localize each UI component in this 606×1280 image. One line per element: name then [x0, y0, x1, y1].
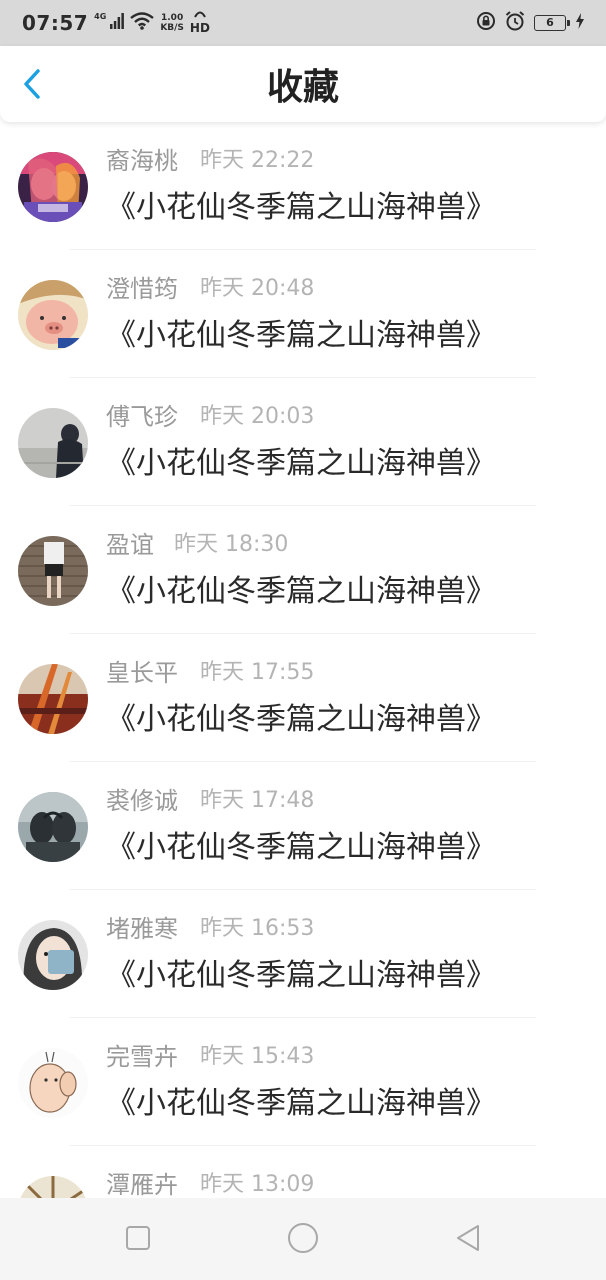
network-type: 4G: [94, 12, 107, 21]
app-header: 收藏: [0, 46, 606, 122]
system-back-button[interactable]: [446, 1218, 490, 1262]
network-speed: 1.00 KB/S: [160, 13, 184, 33]
speed-value: 1.00: [161, 13, 184, 23]
list-item[interactable]: 傅飞珍 昨天 20:03 《小花仙冬季篇之山海神兽》: [0, 378, 606, 506]
item-time: 昨天 13:09: [200, 1172, 315, 1197]
item-title: 《小花仙冬季篇之山海神兽》: [106, 830, 496, 865]
item-time: 昨天 18:30: [174, 532, 289, 557]
item-time: 昨天 20:48: [200, 276, 315, 301]
item-time: 昨天 15:43: [200, 1044, 315, 1069]
favorites-screen: 07:57 4G 1.00 KB/S HD 6 收藏 裔海桃 昨天 22:22 …: [0, 0, 606, 1280]
item-time: 昨天 16:53: [200, 916, 315, 941]
signal-icon: [110, 13, 125, 33]
item-title: 《小花仙冬季篇之山海神兽》: [106, 958, 496, 993]
home-icon: [286, 1221, 320, 1259]
list-item[interactable]: 澄惜筠 昨天 20:48 《小花仙冬季篇之山海神兽》: [0, 250, 606, 378]
avatar[interactable]: [18, 408, 88, 478]
speed-unit: KB/S: [160, 23, 184, 33]
avatar[interactable]: [18, 152, 88, 222]
item-user-name: 潭雁卉: [106, 1171, 178, 1198]
battery-indicator: 6: [534, 15, 570, 31]
list-item[interactable]: 盈谊 昨天 18:30 《小花仙冬季篇之山海神兽》: [0, 506, 606, 634]
rotation-lock-icon: [476, 11, 496, 35]
item-user-name: 完雪卉: [106, 1043, 178, 1071]
alarm-icon: [504, 10, 526, 36]
list-item[interactable]: 皇长平 昨天 17:55 《小花仙冬季篇之山海神兽》: [0, 634, 606, 762]
status-time: 07:57: [22, 11, 89, 35]
wifi-icon: [130, 12, 155, 34]
item-user-name: 盈谊: [106, 531, 154, 559]
list-item[interactable]: 堵雅寒 昨天 16:53 《小花仙冬季篇之山海神兽》: [0, 890, 606, 1018]
avatar[interactable]: [18, 280, 88, 350]
item-title: 《小花仙冬季篇之山海神兽》: [106, 1086, 496, 1121]
item-title: 《小花仙冬季篇之山海神兽》: [106, 446, 496, 481]
item-time: 昨天 22:22: [200, 148, 315, 173]
avatar[interactable]: [18, 1176, 88, 1198]
item-user-name: 皇长平: [106, 659, 178, 687]
status-right: 6: [476, 10, 584, 36]
item-title: 《小花仙冬季篇之山海神兽》: [106, 574, 496, 609]
item-user-name: 裘修诚: [106, 787, 178, 815]
item-title: 《小花仙冬季篇之山海神兽》: [106, 190, 496, 225]
list-item[interactable]: 潭雁卉 昨天 13:09: [0, 1146, 606, 1198]
item-title: 《小花仙冬季篇之山海神兽》: [106, 702, 496, 737]
item-time: 昨天 17:55: [200, 660, 315, 685]
item-time: 昨天 17:48: [200, 788, 315, 813]
status-left: 07:57 4G 1.00 KB/S HD: [22, 10, 210, 36]
item-user-name: 傅飞珍: [106, 403, 178, 431]
avatar[interactable]: [18, 664, 88, 734]
back-icon: [453, 1223, 483, 1257]
page-title: 收藏: [266, 67, 339, 108]
avatar[interactable]: [18, 1048, 88, 1118]
hd-call-icon: HD: [190, 10, 210, 36]
home-button[interactable]: [281, 1218, 325, 1262]
hd-label: HD: [189, 21, 210, 35]
item-user-name: 裔海桃: [106, 147, 178, 175]
recent-apps-button[interactable]: [116, 1218, 160, 1262]
avatar[interactable]: [18, 536, 88, 606]
list-item[interactable]: 完雪卉 昨天 15:43 《小花仙冬季篇之山海神兽》: [0, 1018, 606, 1146]
favorites-list[interactable]: 裔海桃 昨天 22:22 《小花仙冬季篇之山海神兽》 澄惜筠 昨天 20:48 …: [0, 122, 606, 1198]
item-user-name: 堵雅寒: [106, 915, 178, 943]
status-bar: 07:57 4G 1.00 KB/S HD 6: [0, 0, 606, 46]
avatar[interactable]: [18, 920, 88, 990]
avatar[interactable]: [18, 792, 88, 862]
list-item[interactable]: 裘修诚 昨天 17:48 《小花仙冬季篇之山海神兽》: [0, 762, 606, 890]
charging-icon: [576, 13, 584, 33]
item-user-name: 澄惜筠: [106, 275, 178, 303]
item-time: 昨天 20:03: [200, 404, 315, 429]
recent-apps-icon: [124, 1224, 152, 1256]
item-title: 《小花仙冬季篇之山海神兽》: [106, 318, 496, 353]
list-item[interactable]: 裔海桃 昨天 22:22 《小花仙冬季篇之山海神兽》: [0, 122, 606, 250]
navigation-bar: [0, 1198, 606, 1280]
